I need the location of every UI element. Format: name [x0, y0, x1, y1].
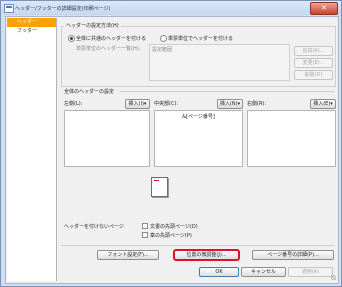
method-group-title: ヘッダーの設定方法(H): [64, 22, 121, 29]
insert-right-button[interactable]: 挿入(E)▾: [310, 99, 336, 109]
cancel-button[interactable]: キャンセル: [241, 267, 286, 277]
no-header-label: ヘッダーを付けないページ: [64, 224, 124, 230]
apply-button[interactable]: 適用(A): [288, 267, 333, 277]
dialog-body: ヘッダー フッター ヘッダーの設定方法(H) 全体に共通のヘッダーを付ける 単票…: [5, 16, 339, 284]
radio-common-header[interactable]: [68, 35, 75, 42]
insert-left-button[interactable]: 挿入(I)▾: [125, 99, 150, 109]
nav-item-header[interactable]: ヘッダー: [7, 18, 56, 27]
radio-each-header-label: 単票単位でヘッダーを付ける: [168, 36, 234, 42]
header-list-item[interactable]: 設定範囲: [152, 46, 172, 53]
close-button[interactable]: ✕: [310, 2, 338, 15]
header-list[interactable]: 設定範囲: [149, 44, 290, 81]
chapter-first-label: 章の先頭ページ(P): [150, 233, 192, 239]
delete-button[interactable]: 削除(D): [294, 70, 333, 80]
header-list-label: 単票単位のヘッダー一覧(H):: [76, 46, 141, 52]
radio-common-header-label: 全体に共通のヘッダーを付ける: [76, 36, 147, 42]
dialog-window: ヘッダー/フッターの詳細設定(印刷ページ) ✕ ヘッダー フッター ヘッダーの設…: [0, 0, 342, 287]
center-header-field[interactable]: &[ページ番号]: [154, 110, 243, 167]
settings-panel: ヘッダーの設定方法(H) 全体に共通のヘッダーを付ける 単票単位でヘッダーを付け…: [58, 18, 337, 281]
resize-grip[interactable]: [331, 275, 336, 280]
position-adjust-button[interactable]: 位置の微調整(J)...: [173, 249, 240, 261]
insert-center-button[interactable]: 挿入(N)▾: [217, 99, 243, 109]
left-label: 左側(L):: [64, 101, 83, 107]
close-icon: ✕: [321, 4, 327, 12]
left-header-field[interactable]: [64, 110, 150, 167]
ok-button[interactable]: OK: [199, 267, 239, 277]
right-label: 右側(R):: [247, 101, 267, 107]
first-page-checkbox[interactable]: [142, 223, 148, 229]
bottom-divider: [61, 245, 334, 246]
page-number-details-button[interactable]: ページ番号の詳細(P)...: [252, 250, 334, 260]
nav-item-footer[interactable]: フッター: [7, 27, 56, 36]
window-title: ヘッダー/フッターの詳細設定(印刷ページ): [15, 6, 111, 12]
whole-header-divider: [120, 91, 334, 92]
app-icon: [4, 4, 14, 13]
center-label: 中央部(C):: [154, 101, 179, 107]
chapter-first-checkbox[interactable]: [142, 232, 148, 238]
right-header-field[interactable]: [247, 110, 336, 167]
add-button[interactable]: 追加(A)...: [294, 46, 333, 56]
whole-header-title: 全体のヘッダーの設定: [64, 89, 115, 95]
radio-each-header[interactable]: [160, 35, 167, 42]
edit-button[interactable]: 変更(E)...: [294, 58, 333, 68]
center-header-value[interactable]: &[ページ番号]: [155, 113, 242, 120]
title-bar[interactable]: ヘッダー/フッターの詳細設定(印刷ページ) ✕: [1, 1, 341, 15]
font-settings-button[interactable]: フォント設定(F)...: [97, 250, 159, 260]
page-preview: [151, 177, 168, 197]
category-list: ヘッダー フッター: [7, 18, 57, 281]
first-page-label: 文書の先頭ページ(D): [150, 224, 198, 230]
